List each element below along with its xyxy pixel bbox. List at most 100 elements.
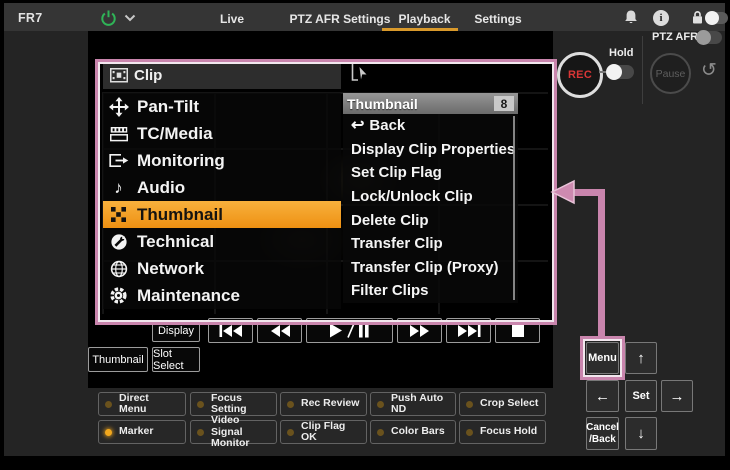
- menu-title: Clip: [134, 67, 162, 84]
- menu-item-monitoring[interactable]: Monitoring: [103, 147, 341, 174]
- main-menu-list: Pan-Tilt TC/Media Monitoring: [103, 93, 341, 309]
- display-button[interactable]: Display: [152, 320, 200, 342]
- thumbnail-submenu: Thumbnail 8 ↩ Back Display Clip Properti…: [343, 93, 518, 303]
- pan-tilt-icon: [108, 96, 129, 117]
- submenu-scrollbar[interactable]: [513, 116, 515, 300]
- tab-live[interactable]: Live: [209, 6, 255, 31]
- submenu-item-transfer-clip[interactable]: Transfer Clip: [343, 232, 518, 256]
- thumbnail-button[interactable]: Thumbnail: [88, 347, 148, 372]
- status-lamp-active: [105, 429, 112, 436]
- status-lamp: [197, 429, 204, 436]
- back-arrow-icon: ↩: [351, 118, 364, 134]
- fast-forward-icon: [409, 325, 431, 337]
- assignable-button-marker[interactable]: Marker: [98, 420, 186, 444]
- assignable-button-direct-menu[interactable]: Direct Menu: [98, 392, 186, 416]
- toggle-knob: [606, 64, 622, 80]
- status-lamp: [197, 401, 204, 408]
- stop-icon: [512, 325, 524, 337]
- status-lamp: [466, 401, 473, 408]
- submenu-item-back[interactable]: ↩ Back: [343, 114, 518, 138]
- lock-icon[interactable]: [691, 10, 704, 25]
- thumbnail-grid-icon: [108, 204, 129, 225]
- menu-item-technical[interactable]: Technical: [103, 228, 341, 255]
- tab-ptz-afr-settings[interactable]: PTZ AFR Settings: [286, 6, 394, 31]
- menu-item-tc-media[interactable]: TC/Media: [103, 120, 341, 147]
- assignable-button-focus-setting[interactable]: Focus Setting: [190, 392, 277, 416]
- menu-item-maintenance[interactable]: Maintenance: [103, 282, 341, 309]
- submenu-item-display-clip-properties[interactable]: Display Clip Properties: [343, 138, 518, 162]
- skip-forward-icon: [457, 325, 481, 337]
- set-button[interactable]: Set: [625, 380, 657, 412]
- menu-item-network[interactable]: Network: [103, 255, 341, 282]
- arrow-left-icon: ←: [595, 388, 610, 405]
- rec-hold-toggle[interactable]: [607, 65, 634, 79]
- arrow-right-button[interactable]: →: [661, 380, 693, 412]
- lock-toggle[interactable]: [706, 12, 728, 24]
- rewind-icon: [269, 325, 291, 337]
- audio-note-icon: ♪: [108, 177, 129, 198]
- submenu-item-delete-clip[interactable]: Delete Clip: [343, 208, 518, 232]
- status-lamp: [105, 401, 112, 408]
- rotate-reset-icon[interactable]: ↺: [701, 61, 717, 80]
- pause-button[interactable]: Pause: [650, 53, 691, 94]
- annotation-connector-vertical: [598, 192, 605, 338]
- submenu-item-transfer-clip-proxy[interactable]: Transfer Clip (Proxy): [343, 256, 518, 280]
- status-lamp: [377, 401, 384, 408]
- arrow-down-button[interactable]: ↓: [625, 417, 657, 450]
- arrow-up-icon: ↑: [637, 350, 645, 367]
- status-lamp: [377, 429, 384, 436]
- submenu-item-set-clip-flag[interactable]: Set Clip Flag: [343, 161, 518, 185]
- ptz-afr-toggle[interactable]: [697, 31, 722, 44]
- skip-forward-button[interactable]: [446, 318, 491, 343]
- fast-forward-button[interactable]: [397, 318, 442, 343]
- toggle-knob: [705, 11, 719, 25]
- status-lamp: [287, 401, 294, 408]
- submenu-header: Thumbnail 8: [343, 93, 518, 114]
- tc-media-icon: [108, 123, 129, 144]
- menu-header: Clip: [103, 62, 341, 89]
- play-pause-icon: [330, 323, 370, 338]
- assignable-button-color-bars[interactable]: Color Bars: [370, 420, 456, 444]
- menu-item-pan-tilt[interactable]: Pan-Tilt: [103, 93, 341, 120]
- play-pause-button[interactable]: [306, 318, 393, 343]
- power-icon[interactable]: [100, 9, 117, 26]
- annotation-arrowhead: [549, 178, 575, 206]
- device-name: FR7: [18, 11, 43, 25]
- menu-item-audio[interactable]: ♪ Audio: [103, 174, 341, 201]
- skip-back-button[interactable]: [208, 318, 253, 343]
- top-bar: FR7 Live PTZ AFR Settings Playback Setti…: [4, 3, 725, 31]
- assignable-button-rec-review[interactable]: Rec Review: [280, 392, 367, 416]
- annotation-connector-horizontal: [572, 189, 605, 196]
- rewind-button[interactable]: [257, 318, 302, 343]
- slot-select-button[interactable]: Slot Select: [152, 347, 200, 372]
- cancel-back-button[interactable]: Cancel /Back: [586, 417, 619, 450]
- assignable-button-clip-flag-ok[interactable]: Clip Flag OK: [280, 420, 367, 444]
- arrow-right-icon: →: [670, 388, 685, 405]
- assignable-button-video-signal-monitor[interactable]: Video Signal Monitor: [190, 420, 277, 444]
- film-clip-icon: [110, 68, 128, 83]
- arrow-left-button[interactable]: ←: [586, 380, 619, 412]
- submenu-item-filter-clips[interactable]: Filter Clips: [343, 279, 518, 303]
- arrow-down-icon: ↓: [637, 425, 645, 442]
- monitoring-icon: [108, 150, 129, 171]
- chevron-down-icon[interactable]: [124, 14, 136, 22]
- stop-button[interactable]: [495, 318, 540, 343]
- bell-icon[interactable]: [623, 9, 639, 26]
- tab-settings[interactable]: Settings: [470, 6, 526, 31]
- rec-hold-link: [599, 71, 606, 73]
- menu-button[interactable]: Menu: [586, 342, 619, 374]
- submenu-item-lock-unlock-clip[interactable]: Lock/Unlock Clip: [343, 185, 518, 209]
- assignable-button-focus-hold[interactable]: Focus Hold: [459, 420, 546, 444]
- rec-button[interactable]: REC: [557, 52, 603, 98]
- skip-back-icon: [219, 325, 243, 337]
- arrow-up-button[interactable]: ↑: [625, 342, 657, 374]
- menu-item-thumbnail[interactable]: Thumbnail: [103, 201, 341, 228]
- status-lamp: [287, 429, 294, 436]
- assignable-button-push-auto-nd[interactable]: Push Auto ND: [370, 392, 456, 416]
- info-icon[interactable]: i: [653, 10, 669, 26]
- assignable-button-crop-select[interactable]: Crop Select: [459, 392, 546, 416]
- submenu-list: ↩ Back Display Clip Properties Set Clip …: [343, 114, 518, 303]
- clip-count-badge: 8: [494, 96, 514, 111]
- hold-label: Hold: [609, 47, 633, 59]
- network-globe-icon: [108, 258, 129, 279]
